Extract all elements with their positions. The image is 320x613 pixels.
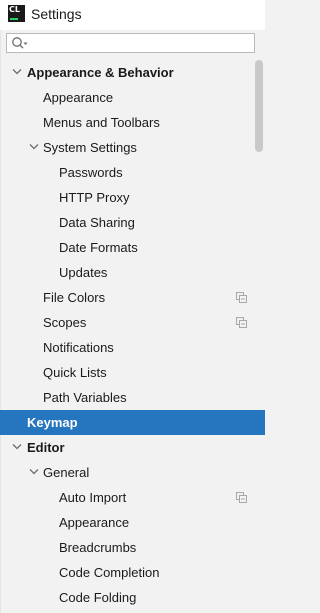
tree-item-label: Menus and Toolbars [43,115,160,130]
tree-item-label: Code Folding [59,590,137,605]
tree-item-code-completion[interactable]: Code Completion [0,560,265,585]
app-icon-text: CL [9,5,20,14]
tree-item-label: Auto Import [59,490,127,505]
title-bar: CL Settings [0,0,265,30]
tree-item-label: Breadcrumbs [59,540,137,555]
scrollbar-thumb[interactable] [255,60,263,152]
app-icon-stripe [10,18,18,20]
tree-item-auto-import[interactable]: Auto Import [0,485,265,510]
tree-item-http-proxy[interactable]: HTTP Proxy [0,185,265,210]
tree-item-label: Scopes [43,315,87,330]
tree-item-system-settings[interactable]: System Settings [0,135,265,160]
tree-item-menus-and-toolbars[interactable]: Menus and Toolbars [0,110,265,135]
tree-item-editor[interactable]: Editor [0,435,265,460]
tree-item-scopes[interactable]: Scopes [0,310,265,335]
tree-item-appearance-behavior[interactable]: Appearance & Behavior [0,60,265,85]
chevron-down-icon[interactable] [29,468,39,476]
tree-item-file-colors[interactable]: File Colors [0,285,265,310]
tree-item-path-variables[interactable]: Path Variables [0,385,265,410]
tree-item-label: Updates [59,265,108,280]
tree-item-label: HTTP Proxy [59,190,130,205]
tree-item-label: System Settings [43,140,137,155]
tree-item-label: Path Variables [43,390,127,405]
tree-item-label: Appearance [43,90,114,105]
chevron-down-icon[interactable] [12,68,22,76]
tree-item-data-sharing[interactable]: Data Sharing [0,210,265,235]
tree-item-label: Editor [27,440,65,455]
tree-item-updates[interactable]: Updates [0,260,265,285]
search-icon[interactable] [11,36,29,50]
tree-item-quick-lists[interactable]: Quick Lists [0,360,265,385]
tree-item-label: Appearance [59,515,130,530]
tree-item-label: Date Formats [59,240,138,255]
tree-item-label: Keymap [27,415,78,430]
settings-tree: Appearance & Behavior Appearance Menus and… [0,60,265,610]
tree-item-label: Quick Lists [43,365,107,380]
project-settings-icon [236,492,247,503]
tree-item-label: File Colors [43,290,106,305]
tree-item-label: Notifications [43,340,114,355]
tree-scrollbar[interactable] [254,56,265,613]
tree-item-label: General [43,465,90,480]
tree-item-label: Code Completion [59,565,160,580]
tree-item-general[interactable]: General [0,460,265,485]
tree-item-date-formats[interactable]: Date Formats [0,235,265,260]
tree-item-label: Appearance & Behavior [27,65,174,80]
tree-item-appearance[interactable]: Appearance [0,85,265,110]
tree-item-label: Passwords [59,165,123,180]
tree-item-passwords[interactable]: Passwords [0,160,265,185]
tree-item-notifications[interactable]: Notifications [0,335,265,360]
project-settings-icon [236,292,247,303]
tree-item-breadcrumbs[interactable]: Breadcrumbs [0,535,265,560]
chevron-down-icon[interactable] [29,143,39,151]
tree-item-appearance[interactable]: Appearance [0,510,265,535]
tree-item-code-folding[interactable]: Code Folding [0,585,265,610]
tree-item-keymap[interactable]: Keymap [0,410,265,435]
clion-logo-icon: CL [8,5,25,22]
project-settings-icon [236,317,247,328]
window-title: Settings [31,6,82,22]
search-input[interactable] [31,35,251,51]
search-field[interactable] [6,33,255,53]
chevron-down-icon[interactable] [12,443,22,451]
tree-item-label: Data Sharing [59,215,135,230]
